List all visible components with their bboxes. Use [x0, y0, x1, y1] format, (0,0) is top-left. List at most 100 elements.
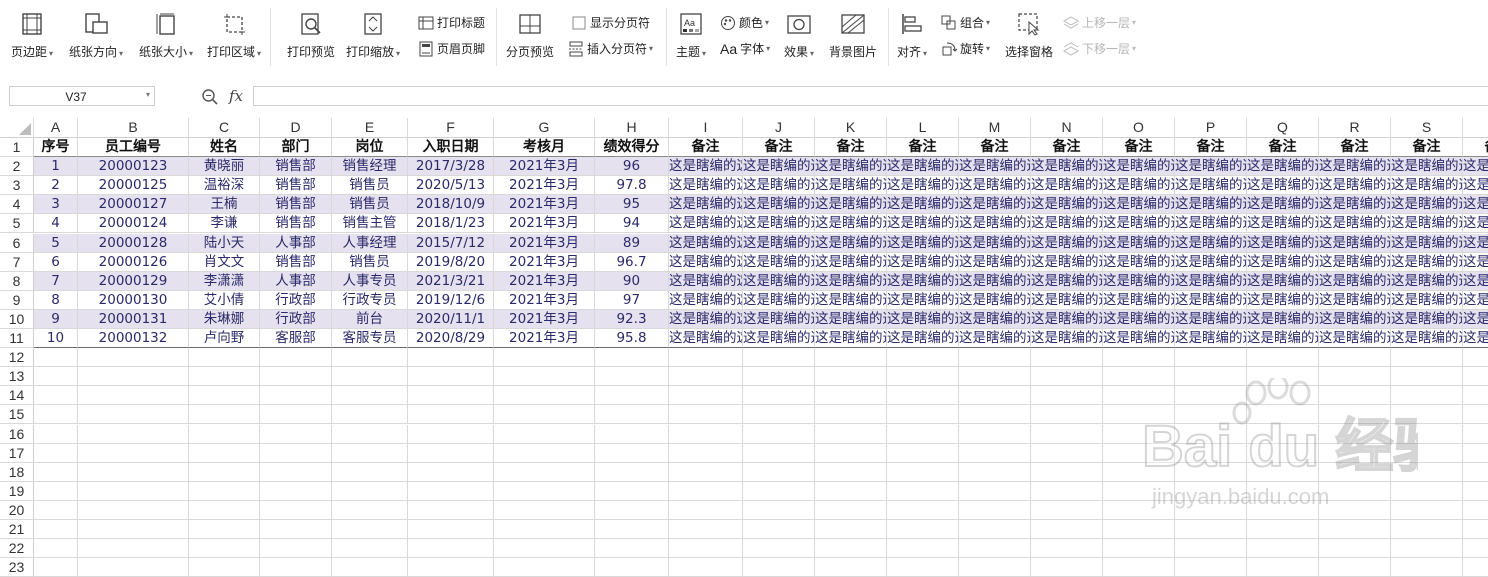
grid-cell[interactable] [743, 405, 815, 425]
grid-cell[interactable] [1247, 539, 1319, 559]
grid-cell[interactable] [494, 367, 595, 387]
note-cell[interactable]: 这是瞎编的这是瞎编的 [669, 309, 743, 329]
grid-cell[interactable] [1031, 367, 1103, 387]
grid-cell[interactable] [669, 386, 743, 406]
grid-cell[interactable] [189, 405, 260, 425]
note-cell[interactable]: 这是瞎编的这是瞎编的 [1391, 195, 1463, 215]
row-header[interactable]: 17 [0, 443, 34, 463]
grid-cell[interactable] [959, 348, 1031, 368]
grid-cell[interactable] [1319, 539, 1391, 559]
note-cell[interactable]: 这是瞎编的这是瞎编的 [1247, 309, 1319, 329]
grid-cell[interactable] [78, 348, 189, 368]
grid-cell[interactable] [260, 367, 332, 387]
note-cell[interactable]: 这是瞎编的这是瞎编的 [815, 271, 887, 291]
row-header[interactable]: 4 [0, 195, 34, 215]
note-cell[interactable]: 这是瞎编的这是瞎编的 [815, 252, 887, 272]
grid-cell[interactable] [34, 520, 78, 540]
show-page-breaks-checkbox[interactable]: 显示分页符 [571, 14, 650, 31]
grid-cell[interactable] [959, 424, 1031, 444]
note-cell[interactable]: 这是瞎编的这是瞎编的 [669, 195, 743, 215]
grid-cell[interactable] [260, 481, 332, 501]
grid-cell[interactable] [332, 520, 408, 540]
grid-cell[interactable] [595, 367, 669, 387]
note-cell[interactable]: 这是瞎编的这是瞎编的 [1103, 309, 1175, 329]
grid-cell[interactable] [494, 348, 595, 368]
grid-cell[interactable] [189, 462, 260, 482]
note-cell[interactable]: 这是瞎编的这是瞎编的 [1031, 271, 1103, 291]
grid-cell[interactable] [595, 558, 669, 577]
note-cell[interactable]: 这是瞎编的这是瞎编的 [959, 176, 1031, 196]
grid-cell[interactable] [78, 481, 189, 501]
table-cell[interactable]: 96.7 [595, 252, 669, 272]
row-header[interactable]: 9 [0, 290, 34, 310]
grid-cell[interactable] [669, 500, 743, 520]
table-cell[interactable]: 2021年3月 [494, 214, 595, 234]
grid-cell[interactable] [1175, 558, 1247, 577]
note-cell[interactable]: 这是瞎编的这是瞎编的 [1391, 233, 1463, 253]
note-cell[interactable]: 这是瞎编的这是瞎编的 [1031, 214, 1103, 234]
row-header[interactable]: 8 [0, 271, 34, 291]
table-cell[interactable]: 王楠 [189, 195, 260, 215]
note-cell[interactable]: 这是瞎编的这是瞎编的 [1175, 290, 1247, 310]
grid-cell[interactable] [189, 424, 260, 444]
grid-cell[interactable] [1463, 444, 1488, 463]
page-margin-button[interactable]: 页边距 ▾ [11, 0, 53, 60]
grid-cell[interactable] [408, 520, 494, 540]
grid-cell[interactable] [189, 481, 260, 501]
column-header-p[interactable]: P [1175, 118, 1247, 138]
note-cell[interactable]: 这是瞎编的这是瞎编的 [1319, 252, 1391, 272]
note-cell[interactable]: 这是瞎编的这是瞎编的 [1031, 176, 1103, 196]
note-cell[interactable]: 这是瞎编的这是瞎编的 [743, 290, 815, 310]
grid-cell[interactable] [595, 481, 669, 501]
grid-cell[interactable] [34, 462, 78, 482]
grid-cell[interactable] [815, 443, 887, 463]
grid-cell[interactable] [260, 462, 332, 482]
table-header-cell[interactable]: 备注 [959, 138, 1031, 158]
print-titles-button[interactable]: 打印标题 [418, 14, 485, 31]
grid-cell[interactable] [332, 462, 408, 482]
note-cell[interactable]: 这是瞎编的这是瞎编的 [1319, 290, 1391, 310]
note-cell[interactable]: 这是瞎编的这是瞎编的 [1463, 176, 1488, 196]
grid-cell[interactable] [189, 443, 260, 463]
note-cell[interactable]: 这是瞎编的这是瞎编的 [1247, 214, 1319, 234]
column-header-n[interactable]: N [1031, 118, 1103, 138]
grid-cell[interactable] [1031, 462, 1103, 482]
note-cell[interactable]: 这是瞎编的这是瞎编的 [887, 309, 959, 329]
note-cell[interactable]: 这是瞎编的这是瞎编的 [1463, 233, 1488, 253]
print-preview-button[interactable]: 打印预览 [287, 0, 335, 60]
grid-cell[interactable] [1463, 482, 1488, 501]
grid-cell[interactable] [1463, 463, 1488, 482]
table-header-cell[interactable]: 备注 [1175, 138, 1247, 158]
table-cell[interactable]: 销售部 [260, 252, 332, 272]
grid-cell[interactable] [743, 367, 815, 387]
note-cell[interactable]: 这是瞎编的这是瞎编的 [1319, 271, 1391, 291]
note-cell[interactable]: 这是瞎编的这是瞎编的 [815, 290, 887, 310]
grid-cell[interactable] [1247, 558, 1319, 577]
grid-cell[interactable] [494, 386, 595, 406]
note-cell[interactable]: 这是瞎编的这是瞎编的 [1463, 309, 1488, 329]
grid-cell[interactable] [887, 539, 959, 559]
table-cell[interactable]: 20000129 [78, 271, 189, 291]
table-cell[interactable]: 客服专员 [332, 329, 408, 349]
grid-cell[interactable] [78, 558, 189, 577]
chevron-down-icon[interactable]: ▾ [146, 90, 150, 99]
note-cell[interactable]: 这是瞎编的这是瞎编的 [1103, 290, 1175, 310]
grid-cell[interactable] [669, 539, 743, 559]
table-cell[interactable]: 2021年3月 [494, 290, 595, 310]
grid-cell[interactable] [815, 405, 887, 425]
rotate-button[interactable]: 旋转 ▾ [941, 40, 990, 57]
print-area-button[interactable]: 打印区域 ▾ [207, 0, 261, 60]
note-cell[interactable]: 这是瞎编的这是瞎编的 [1031, 157, 1103, 177]
grid-cell[interactable] [260, 348, 332, 368]
table-cell[interactable]: 2021/3/21 [408, 271, 494, 291]
grid-cell[interactable] [1031, 539, 1103, 559]
column-header-q[interactable]: Q [1247, 118, 1319, 138]
grid-cell[interactable] [743, 424, 815, 444]
note-cell[interactable]: 这是瞎编的这是瞎编的 [815, 214, 887, 234]
note-cell[interactable]: 这是瞎编的这是瞎编的 [887, 233, 959, 253]
table-cell[interactable]: 朱琳娜 [189, 309, 260, 329]
column-header-r[interactable]: R [1319, 118, 1391, 138]
grid-cell[interactable] [189, 520, 260, 540]
table-cell[interactable]: 行政部 [260, 309, 332, 329]
table-cell[interactable]: 黄晓丽 [189, 157, 260, 177]
